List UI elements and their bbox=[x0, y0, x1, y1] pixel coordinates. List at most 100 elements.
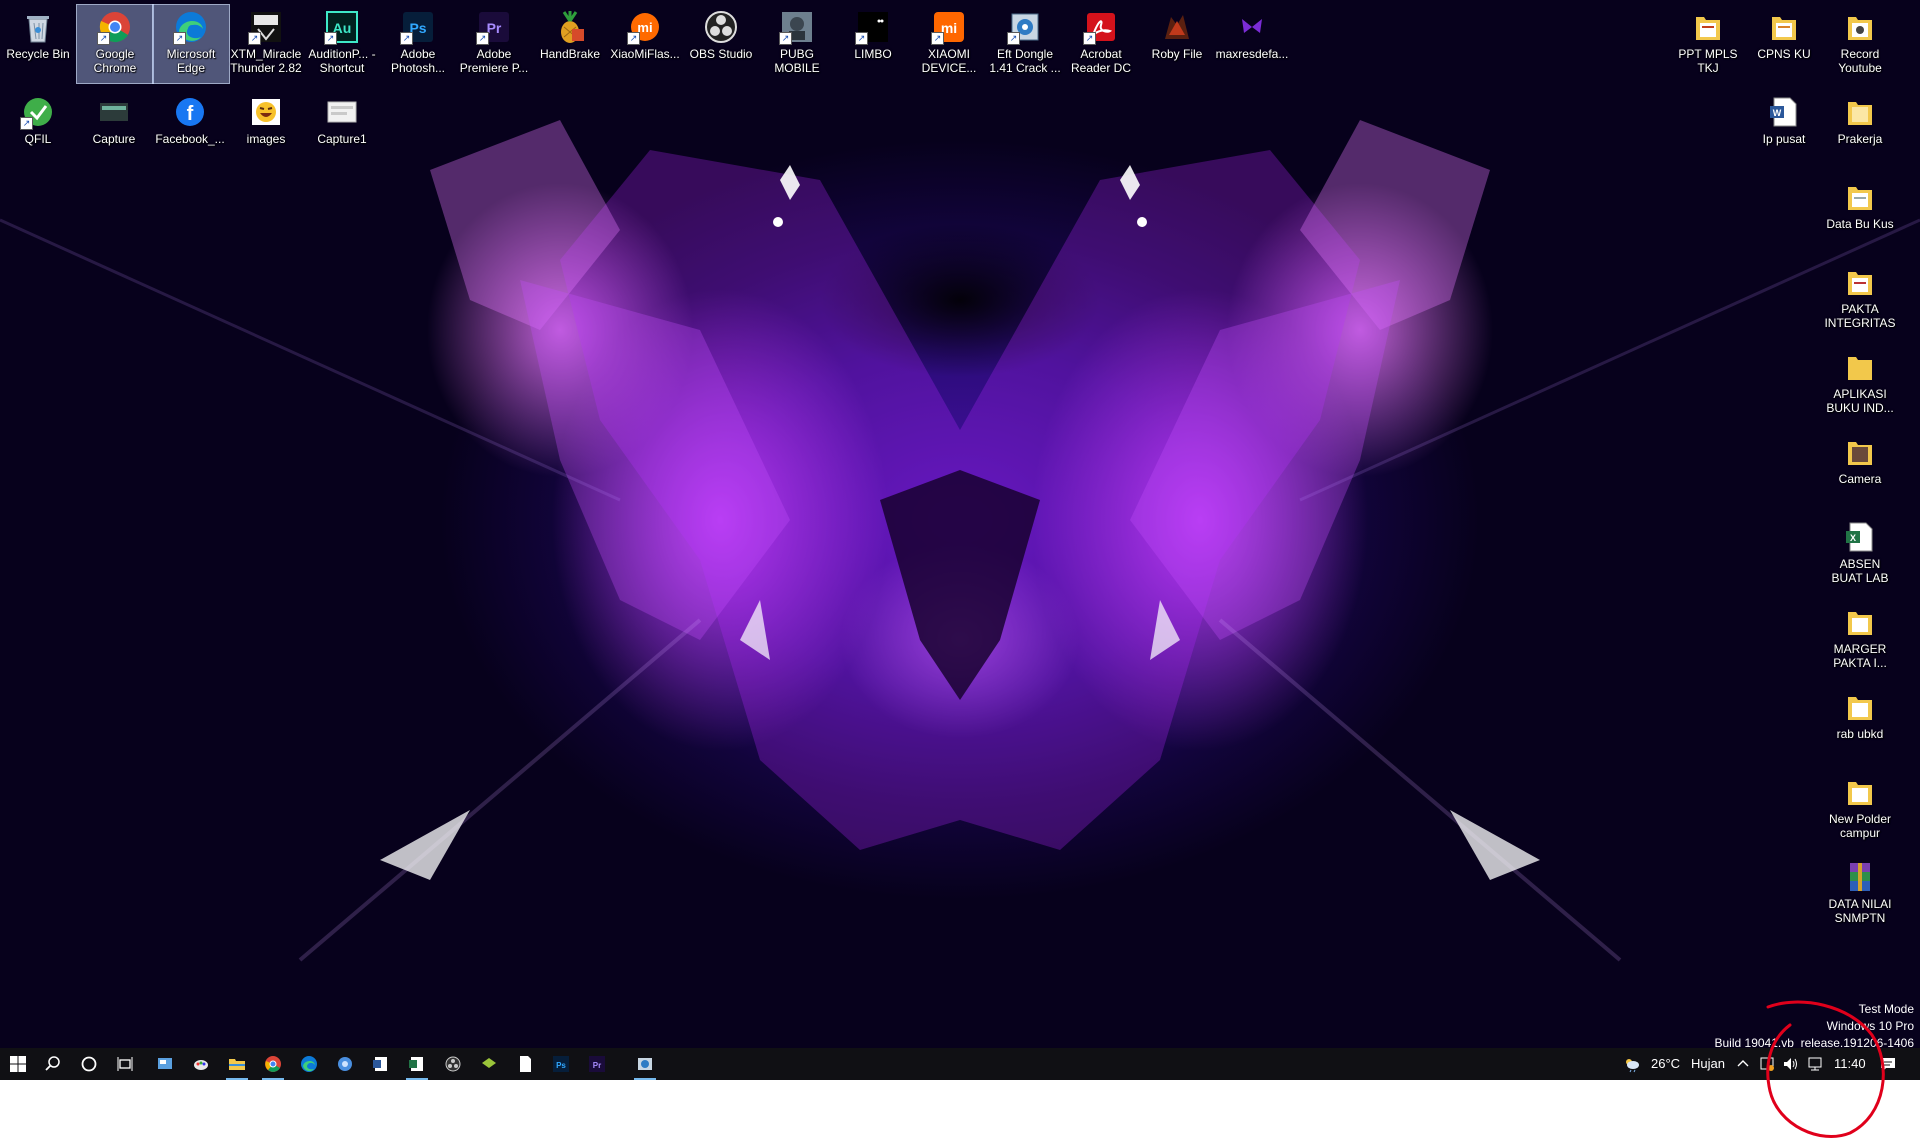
edge-icon bbox=[301, 1056, 317, 1072]
prakerja-folder-icon[interactable]: Prakerja bbox=[1822, 90, 1898, 168]
taskbar-app-paint[interactable] bbox=[184, 1048, 218, 1080]
images-desktop-icon[interactable]: images bbox=[228, 90, 304, 168]
taskbar-app-layers[interactable] bbox=[472, 1048, 506, 1080]
folder-icon bbox=[1842, 179, 1878, 215]
taskbar-app-control-panel[interactable] bbox=[148, 1048, 182, 1080]
xiaomiflash-desktop-icon[interactable]: mi ↗ XiaoMiFlas... bbox=[607, 5, 683, 83]
data-bu-kus-label: Data Bu Kus bbox=[1826, 217, 1894, 231]
shortcut-arrow-icon: ↗ bbox=[97, 32, 110, 45]
taskbar-app-photoshop[interactable]: Ps bbox=[544, 1048, 578, 1080]
xiaomi-flash-icon: mi ↗ bbox=[627, 9, 663, 45]
audition-shortcut-desktop-icon[interactable]: Au ↗ AuditionP... - Shortcut bbox=[304, 5, 380, 83]
google-chrome-desktop-icon[interactable]: ↗ Google Chrome bbox=[76, 4, 154, 84]
capture1-label: Capture1 bbox=[317, 132, 367, 146]
cortana-button[interactable] bbox=[72, 1048, 106, 1080]
xiaomiflash-label: XiaoMiFlas... bbox=[610, 47, 680, 61]
desktop[interactable]: Recycle Bin ↗ Google Chrome ↗ Microsoft … bbox=[0, 0, 1920, 1048]
chevron-up-icon bbox=[1737, 1060, 1749, 1067]
pakta-integritas-folder-icon[interactable]: PAKTA INTEGRITAS bbox=[1822, 260, 1898, 338]
taskbar-app-obs[interactable] bbox=[436, 1048, 470, 1080]
winrar-archive-icon bbox=[1842, 859, 1878, 895]
facebook-icon: f bbox=[172, 94, 208, 130]
maxresdefault-label: maxresdefa... bbox=[1215, 47, 1289, 61]
data-nilai-archive-icon[interactable]: DATA NILAI SNMPTN bbox=[1822, 855, 1898, 933]
task-view-button[interactable] bbox=[108, 1048, 142, 1080]
taskbar-app-tool[interactable] bbox=[328, 1048, 362, 1080]
prakerja-label: Prakerja bbox=[1837, 132, 1883, 146]
svg-text:Ps: Ps bbox=[556, 1061, 566, 1070]
xtm-miracle-desktop-icon[interactable]: ↗ XTM_Miracle Thunder 2.82 bbox=[228, 5, 304, 83]
weather-condition[interactable]: Hujan bbox=[1691, 1048, 1725, 1080]
maxresdefault-desktop-icon[interactable]: maxresdefa... bbox=[1214, 5, 1290, 83]
capture1-desktop-icon[interactable]: Capture1 bbox=[304, 90, 380, 168]
folder-icon bbox=[229, 1059, 245, 1070]
ppt-mpls-folder-icon[interactable]: PPT MPLS TKJ bbox=[1670, 5, 1746, 83]
chrome-icon bbox=[265, 1056, 281, 1072]
taskbar-app-edge[interactable] bbox=[292, 1048, 326, 1080]
pubg-mobile-desktop-icon[interactable]: ↗ PUBG MOBILE bbox=[759, 5, 835, 83]
qfil-desktop-icon[interactable]: ↗ QFIL bbox=[0, 90, 76, 168]
shortcut-arrow-icon: ↗ bbox=[324, 32, 337, 45]
obs-studio-desktop-icon[interactable]: OBS Studio bbox=[683, 5, 759, 83]
svg-text:X: X bbox=[1850, 533, 1856, 543]
blank-area bbox=[0, 1080, 1920, 1141]
absen-label: ABSEN BUAT LAB bbox=[1831, 557, 1889, 585]
rab-ubkd-label: rab ubkd bbox=[1836, 727, 1884, 741]
recycle-bin-label: Recycle Bin bbox=[6, 47, 70, 61]
shortcut-arrow-icon: ↗ bbox=[20, 117, 33, 130]
handbrake-desktop-icon[interactable]: HandBrake bbox=[532, 5, 608, 83]
taskbar-app-file-explorer[interactable] bbox=[220, 1048, 254, 1080]
miracle-thunder-icon: ↗ bbox=[248, 9, 284, 45]
obs-icon bbox=[445, 1056, 461, 1072]
acrobat-reader-desktop-icon[interactable]: ↗ Acrobat Reader DC bbox=[1063, 5, 1139, 83]
taskbar-app-chrome[interactable] bbox=[256, 1048, 290, 1080]
layers-icon bbox=[482, 1058, 496, 1068]
show-hidden-icons-button[interactable] bbox=[1731, 1048, 1755, 1080]
folder-icon bbox=[1842, 434, 1878, 470]
google-chrome-label: Google Chrome bbox=[93, 47, 137, 75]
ip-pusat-file-icon[interactable]: W Ip pusat bbox=[1746, 90, 1822, 168]
xiaomi-device-label: XIAOMI DEVICE... bbox=[921, 47, 977, 75]
start-button[interactable] bbox=[0, 1048, 36, 1080]
taskbar-app-premiere[interactable]: Pr bbox=[580, 1048, 614, 1080]
svg-text:Pr: Pr bbox=[593, 1061, 601, 1070]
xiaomi-device-desktop-icon[interactable]: mi ↗ XIAOMI DEVICE... bbox=[911, 5, 987, 83]
recycle-bin-desktop-icon[interactable]: Recycle Bin bbox=[0, 5, 76, 83]
microsoft-edge-desktop-icon[interactable]: ↗ Microsoft Edge bbox=[152, 4, 230, 84]
adobe-premiere-icon: Pr ↗ bbox=[476, 9, 512, 45]
record-youtube-label: Record Youtube bbox=[1838, 47, 1882, 75]
taskbar-app-excel[interactable] bbox=[400, 1048, 434, 1080]
cpns-folder-icon[interactable]: CPNS KU bbox=[1746, 5, 1822, 83]
xtm-miracle-label: XTM_Miracle Thunder 2.82 bbox=[230, 47, 302, 75]
rab-ubkd-folder-icon[interactable]: rab ubkd bbox=[1822, 685, 1898, 763]
shortcut-arrow-icon: ↗ bbox=[855, 32, 868, 45]
shortcut-arrow-icon: ↗ bbox=[931, 32, 944, 45]
taskbar-app-word[interactable] bbox=[364, 1048, 398, 1080]
facebook-desktop-icon[interactable]: f Facebook_... bbox=[152, 90, 228, 168]
taskbar-app-notepad[interactable] bbox=[508, 1048, 542, 1080]
record-youtube-folder-icon[interactable]: Record Youtube bbox=[1822, 5, 1898, 83]
taskbar-app-active[interactable] bbox=[628, 1048, 662, 1080]
weather-temperature[interactable]: 26°C bbox=[1651, 1048, 1680, 1080]
roby-file-desktop-icon[interactable]: Roby File bbox=[1139, 5, 1215, 83]
photoshop-desktop-icon[interactable]: Ps ↗ Adobe Photosh... bbox=[380, 5, 456, 83]
handbrake-pineapple-icon bbox=[552, 9, 588, 45]
limbo-desktop-icon[interactable]: ↗ LIMBO bbox=[835, 5, 911, 83]
windows-logo-icon bbox=[10, 1056, 26, 1072]
new-polder-folder-icon[interactable]: New Polder campur bbox=[1822, 770, 1898, 848]
search-button[interactable] bbox=[36, 1048, 70, 1080]
shortcut-arrow-icon: ↗ bbox=[779, 32, 792, 45]
aplikasi-folder-icon[interactable]: APLIKASI BUKU IND... bbox=[1822, 345, 1898, 423]
task-view-icon bbox=[117, 1057, 133, 1071]
camera-folder-icon[interactable]: Camera bbox=[1822, 430, 1898, 508]
paint-icon bbox=[194, 1060, 208, 1070]
mi-logo-icon: mi ↗ bbox=[931, 9, 967, 45]
weather-widget-icon-button[interactable] bbox=[1617, 1048, 1647, 1080]
eft-dongle-desktop-icon[interactable]: ↗ Eft Dongle 1.41 Crack ... bbox=[987, 5, 1063, 83]
data-bu-kus-folder-icon[interactable]: Data Bu Kus bbox=[1822, 175, 1898, 253]
capture-desktop-icon[interactable]: Capture bbox=[76, 90, 152, 168]
marger-folder-icon[interactable]: MARGER PAKTA I... bbox=[1822, 600, 1898, 678]
premiere-desktop-icon[interactable]: Pr ↗ Adobe Premiere P... bbox=[456, 5, 532, 83]
data-nilai-label: DATA NILAI SNMPTN bbox=[1828, 897, 1892, 925]
absen-excel-file-icon[interactable]: X ABSEN BUAT LAB bbox=[1822, 515, 1898, 593]
